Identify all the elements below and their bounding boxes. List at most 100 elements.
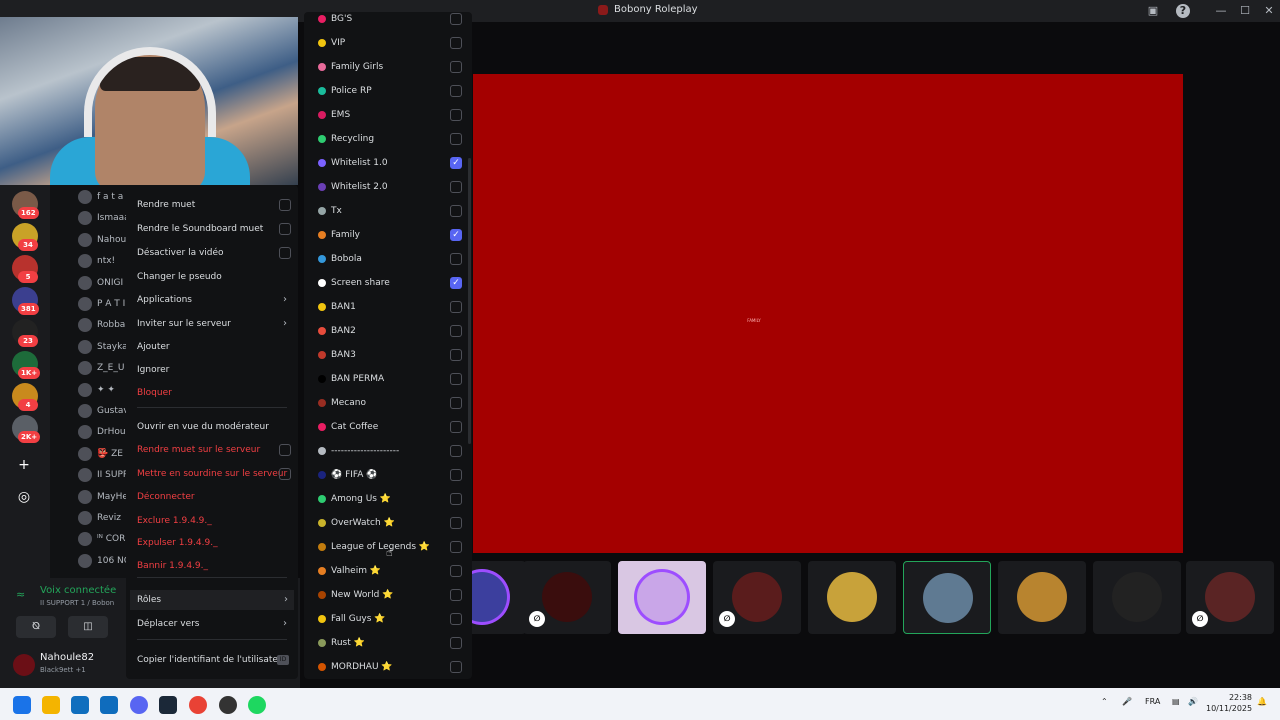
menu-item-rendre-muet-sur-le-serveur[interactable]: Rendre muet sur le serveur bbox=[137, 440, 293, 460]
role-checkbox[interactable] bbox=[450, 253, 462, 265]
member-item[interactable]: Ismaaa bbox=[78, 209, 130, 227]
role-item[interactable]: BAN3 bbox=[312, 345, 464, 365]
role-item[interactable]: Among Us ⭐ bbox=[312, 489, 464, 509]
help-icon[interactable]: ? bbox=[1176, 4, 1190, 18]
participant-tile[interactable]: ∅ bbox=[523, 561, 611, 634]
role-item[interactable]: Bobola bbox=[312, 249, 464, 269]
menu-item-changer-le-pseudo[interactable]: Changer le pseudo bbox=[137, 267, 293, 287]
role-item[interactable]: VIP bbox=[312, 33, 464, 53]
role-checkbox[interactable]: ✓ bbox=[450, 277, 462, 289]
discord-icon[interactable] bbox=[130, 696, 148, 714]
role-item[interactable]: Cat Coffee bbox=[312, 417, 464, 437]
participant-tile[interactable] bbox=[618, 561, 706, 634]
role-checkbox[interactable] bbox=[450, 109, 462, 121]
role-item[interactable]: BAN2 bbox=[312, 321, 464, 341]
outlook-icon[interactable] bbox=[100, 696, 118, 714]
role-item[interactable]: Valheim ⭐ bbox=[312, 561, 464, 581]
network-icon[interactable]: ▤ bbox=[1172, 697, 1180, 706]
participant-tile[interactable] bbox=[808, 561, 896, 634]
role-item[interactable]: BAN1 bbox=[312, 297, 464, 317]
role-checkbox[interactable] bbox=[450, 565, 462, 577]
role-item[interactable]: Family Girls bbox=[312, 57, 464, 77]
steam-icon[interactable] bbox=[159, 696, 177, 714]
role-checkbox[interactable] bbox=[450, 373, 462, 385]
maximize-button[interactable]: ☐ bbox=[1238, 4, 1252, 18]
role-item[interactable]: Police RP bbox=[312, 81, 464, 101]
microphone-icon[interactable]: 🎤 bbox=[1122, 697, 1132, 706]
menu-item-mettre-en-sourdine-sur-le-serveur[interactable]: Mettre en sourdine sur le serveur bbox=[137, 464, 293, 484]
role-item[interactable]: Whitelist 1.0 ✓ bbox=[312, 153, 464, 173]
role-checkbox[interactable]: ✓ bbox=[450, 157, 462, 169]
role-item[interactable]: New World ⭐ bbox=[312, 585, 464, 605]
role-item[interactable]: Tx bbox=[312, 201, 464, 221]
member-item[interactable]: Reviz bbox=[78, 509, 121, 527]
role-checkbox[interactable] bbox=[450, 349, 462, 361]
member-item[interactable]: ONIGI bbox=[78, 274, 123, 292]
role-checkbox[interactable] bbox=[450, 13, 462, 25]
member-item[interactable]: f a t a l bbox=[78, 188, 129, 206]
calculator-icon[interactable] bbox=[71, 696, 89, 714]
role-checkbox[interactable] bbox=[450, 445, 462, 457]
chrome-icon[interactable] bbox=[189, 696, 207, 714]
language-indicator[interactable]: FRA bbox=[1145, 697, 1160, 706]
role-item[interactable]: BAN PERMA bbox=[312, 369, 464, 389]
member-item[interactable]: Robbal bbox=[78, 316, 128, 334]
member-item[interactable]: DrHou bbox=[78, 423, 126, 441]
minimize-button[interactable]: — bbox=[1214, 4, 1228, 18]
windows-start-icon[interactable] bbox=[13, 696, 31, 714]
member-item[interactable]: ✦ ✦ bbox=[78, 381, 115, 399]
role-checkbox[interactable] bbox=[450, 637, 462, 649]
role-item[interactable]: ⚽ FIFA ⚽ bbox=[312, 465, 464, 485]
role-checkbox[interactable] bbox=[450, 61, 462, 73]
role-checkbox[interactable] bbox=[450, 85, 462, 97]
spotify-icon[interactable] bbox=[248, 696, 266, 714]
participant-tile[interactable]: ∅ bbox=[713, 561, 801, 634]
add-server-icon[interactable]: + bbox=[12, 453, 36, 477]
menu-item-rendre-le-soundboard-muet[interactable]: Rendre le Soundboard muet bbox=[137, 219, 293, 239]
role-checkbox[interactable] bbox=[450, 397, 462, 409]
checkbox[interactable] bbox=[279, 223, 291, 235]
member-item[interactable]: ᴵᴺ CORI bbox=[78, 530, 128, 548]
discover-icon[interactable]: ◎ bbox=[12, 485, 36, 509]
participant-tile[interactable] bbox=[903, 561, 991, 634]
member-item[interactable]: Z_E_U bbox=[78, 359, 124, 377]
role-item[interactable]: Screen share ✓ bbox=[312, 273, 464, 293]
role-checkbox[interactable] bbox=[450, 613, 462, 625]
participant-tile[interactable] bbox=[1093, 561, 1181, 634]
role-item[interactable]: OverWatch ⭐ bbox=[312, 513, 464, 533]
role-checkbox[interactable] bbox=[450, 181, 462, 193]
clock[interactable]: 22:38 10/11/2025 bbox=[1206, 692, 1252, 714]
file-explorer-icon[interactable] bbox=[42, 696, 60, 714]
app-icon[interactable] bbox=[219, 696, 237, 714]
role-checkbox[interactable] bbox=[450, 37, 462, 49]
volume-icon[interactable]: 🔊 bbox=[1188, 697, 1198, 706]
role-checkbox[interactable] bbox=[450, 517, 462, 529]
participant-tile[interactable] bbox=[998, 561, 1086, 634]
role-checkbox[interactable] bbox=[450, 133, 462, 145]
role-checkbox[interactable] bbox=[450, 589, 462, 601]
member-item[interactable]: 👺 ZE bbox=[78, 445, 123, 463]
menu-item-expulser-1-9-4-9[interactable]: Expulser 1.9.4.9._ bbox=[137, 533, 293, 553]
member-item[interactable]: P A T I bbox=[78, 295, 125, 313]
menu-item-bloquer[interactable]: Bloquer bbox=[137, 383, 293, 403]
menu-item-ajouter[interactable]: Ajouter bbox=[137, 337, 293, 357]
menu-item-d-placer-vers[interactable]: Déplacer vers › bbox=[137, 614, 293, 634]
checkbox[interactable] bbox=[279, 247, 291, 259]
role-checkbox[interactable] bbox=[450, 469, 462, 481]
member-item[interactable]: ntx! bbox=[78, 252, 115, 270]
close-button[interactable]: ✕ bbox=[1262, 4, 1276, 18]
role-checkbox[interactable] bbox=[450, 421, 462, 433]
inbox-icon[interactable]: ▣ bbox=[1146, 4, 1160, 18]
menu-item-ouvrir-en-vue-du-mod-rateur[interactable]: Ouvrir en vue du modérateur bbox=[137, 417, 293, 437]
role-item[interactable]: Whitelist 2.0 bbox=[312, 177, 464, 197]
menu-item-copier-l-identifiant-de-l-utilisateur[interactable]: Copier l'identifiant de l'utilisateur ID bbox=[137, 650, 293, 670]
member-item[interactable]: Nahou bbox=[78, 231, 126, 249]
role-checkbox[interactable] bbox=[450, 325, 462, 337]
member-item[interactable]: II SUPP bbox=[78, 466, 128, 484]
menu-item-bannir-1-9-4-9[interactable]: Bannir 1.9.4.9._ bbox=[137, 556, 293, 576]
menu-item-rendre-muet[interactable]: Rendre muet bbox=[137, 195, 293, 215]
menu-item-exclure-1-9-4-9[interactable]: Exclure 1.9.4.9._ bbox=[137, 511, 293, 531]
roles-scrollbar[interactable] bbox=[468, 158, 471, 444]
role-checkbox[interactable] bbox=[450, 301, 462, 313]
menu-item-d-connecter[interactable]: Déconnecter bbox=[137, 487, 293, 507]
